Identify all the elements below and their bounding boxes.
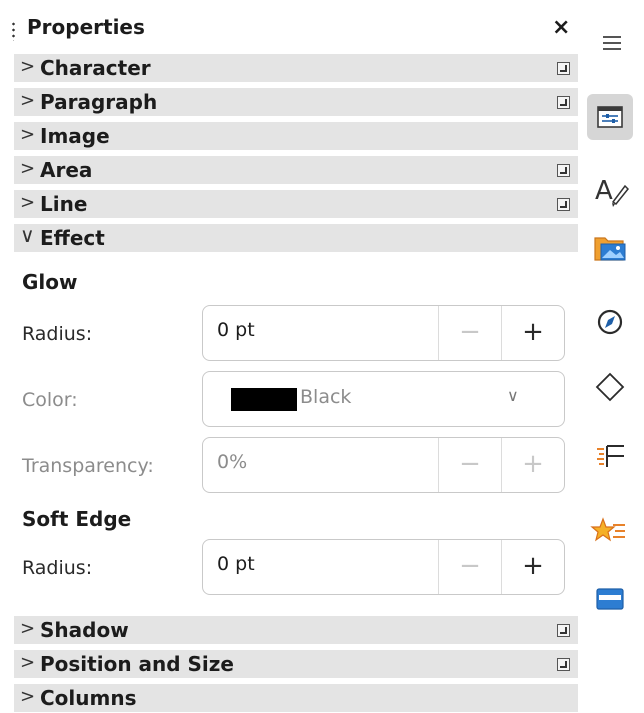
navigator-icon: [597, 309, 623, 335]
glow-transparency-label: Transparency:: [22, 455, 154, 477]
properties-icon: [597, 106, 623, 128]
increment-button[interactable]: +: [502, 306, 564, 360]
close-button[interactable]: ×: [552, 15, 570, 40]
chevron-right-icon: >: [20, 56, 36, 77]
section-label: Character: [40, 56, 151, 80]
section-effect[interactable]: ∨ Effect: [14, 223, 578, 252]
section-label: Effect: [40, 226, 105, 250]
svg-text:A: A: [595, 176, 613, 206]
tab-properties[interactable]: [587, 94, 633, 140]
chevron-right-icon: >: [20, 124, 36, 145]
panel-title: Properties: [27, 15, 145, 39]
soft-edge-heading: Soft Edge: [22, 507, 132, 531]
section-line[interactable]: > Line: [14, 190, 578, 218]
chevron-right-icon: >: [20, 192, 36, 213]
color-name: Black: [300, 386, 352, 408]
chevron-right-icon: >: [20, 652, 36, 673]
more-options-icon[interactable]: [557, 658, 570, 671]
increment-button[interactable]: +: [502, 540, 564, 594]
more-options-icon[interactable]: [557, 198, 570, 211]
tab-navigator[interactable]: [587, 297, 633, 343]
tab-manage-changes[interactable]: [587, 576, 633, 622]
glow-heading: Glow: [22, 270, 78, 294]
more-options-icon[interactable]: [557, 96, 570, 109]
tab-gallery[interactable]: [587, 224, 633, 270]
decrement-button[interactable]: −: [439, 540, 501, 594]
increment-button[interactable]: +: [502, 438, 564, 492]
section-position-and-size[interactable]: > Position and Size: [14, 650, 578, 678]
section-label: Image: [40, 124, 110, 148]
section-shadow[interactable]: > Shadow: [14, 616, 578, 644]
properties-panel: Properties × > Character > Paragraph > I…: [0, 0, 578, 713]
tab-page[interactable]: [587, 432, 633, 478]
style-inspector-icon: [590, 517, 625, 542]
section-area[interactable]: > Area: [14, 156, 578, 184]
section-image[interactable]: > Image: [14, 122, 578, 150]
chevron-right-icon: >: [20, 618, 36, 639]
sidebar-tabbar: A: [578, 0, 644, 713]
drag-grip-icon[interactable]: [12, 21, 15, 41]
section-paragraph[interactable]: > Paragraph: [14, 88, 578, 116]
more-options-icon[interactable]: [557, 624, 570, 637]
decrement-button[interactable]: −: [439, 306, 501, 360]
sidebar-menu-button[interactable]: [587, 14, 633, 60]
glow-radius-input[interactable]: [217, 319, 417, 341]
glow-transparency-input[interactable]: [217, 451, 417, 473]
section-label: Paragraph: [40, 90, 158, 114]
section-label: Columns: [40, 686, 137, 710]
soft-edge-radius-label: Radius:: [22, 557, 93, 579]
chevron-down-icon: ∨: [507, 386, 519, 405]
section-label: Shadow: [40, 618, 129, 642]
shapes-icon: [595, 372, 625, 402]
panel-titlebar: Properties ×: [0, 10, 578, 48]
menu-icon: [603, 36, 621, 54]
section-columns[interactable]: > Columns: [14, 684, 578, 712]
soft-edge-radius-input[interactable]: [217, 553, 417, 575]
section-label: Position and Size: [40, 652, 234, 676]
color-swatch: [231, 388, 297, 411]
chevron-right-icon: >: [20, 90, 36, 111]
page-icon: [597, 445, 624, 467]
section-character[interactable]: > Character: [14, 54, 578, 82]
glow-color-dropdown[interactable]: Black ∨: [202, 371, 565, 427]
section-label: Area: [40, 158, 93, 182]
decrement-button[interactable]: −: [439, 438, 501, 492]
glow-radius-spinbox: − +: [202, 305, 565, 361]
more-options-icon[interactable]: [557, 62, 570, 75]
gallery-icon: [594, 237, 626, 261]
glow-transparency-spinbox: − +: [202, 437, 565, 493]
tab-shapes[interactable]: [587, 364, 633, 410]
section-label: Line: [40, 192, 88, 216]
styles-icon: A: [595, 176, 630, 207]
glow-radius-label: Radius:: [22, 323, 93, 345]
chevron-right-icon: >: [20, 158, 36, 179]
tab-styles[interactable]: A: [587, 166, 633, 212]
manage-changes-icon: [596, 588, 624, 610]
chevron-down-icon: ∨: [20, 223, 35, 247]
glow-color-label: Color:: [22, 389, 78, 411]
more-options-icon[interactable]: [557, 164, 570, 177]
chevron-right-icon: >: [20, 686, 36, 707]
tab-style-inspector[interactable]: [587, 507, 633, 553]
soft-edge-radius-spinbox: − +: [202, 539, 565, 595]
